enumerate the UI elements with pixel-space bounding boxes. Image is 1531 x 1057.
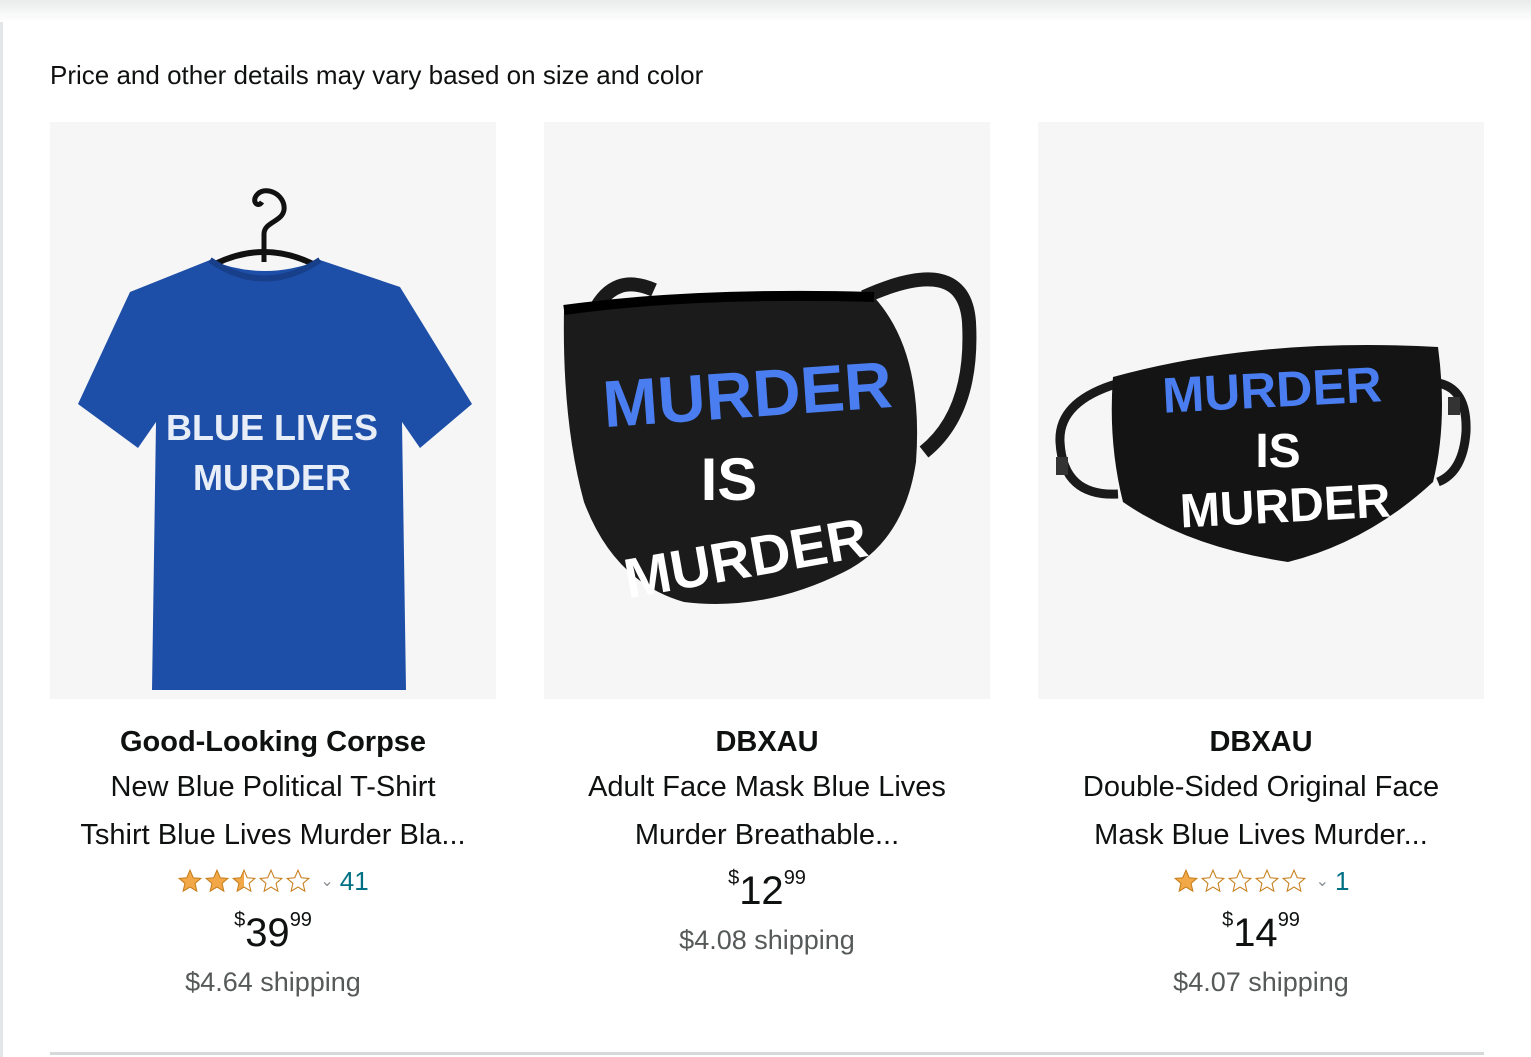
star-empty-icon [1254,868,1279,893]
product-card-2[interactable]: MURDER IS MURDER DBXAU Adult Face Mask B… [544,122,990,956]
product-price: $1299 [544,867,990,919]
mask-print-line-2: IS [701,446,758,513]
product-card-3[interactable]: MURDER IS MURDER DBXAU Double-Sided Orig… [1038,122,1484,998]
mask-print-line-3: MURDER [1179,475,1392,539]
product-image[interactable]: BLUE LIVES MURDER [50,122,496,699]
shirt-print-line-1: BLUE LIVES [166,407,378,448]
star-full-icon [178,868,203,893]
shipping-cost: $4.07 shipping [1173,967,1349,997]
product-card-1[interactable]: BLUE LIVES MURDER Good-Looking Corpse Ne… [50,122,496,998]
star-empty-icon [286,868,311,893]
rating-count[interactable]: 41 [340,866,369,897]
product-rating[interactable]: ⌄ 41 [50,859,496,903]
chevron-down-icon[interactable]: ⌄ [320,871,333,891]
price-fraction: 99 [1277,909,1300,931]
rating-count[interactable]: 1 [1335,866,1349,897]
star-empty-icon [1200,868,1225,893]
product-title-line-1[interactable]: New Blue Political T-Shirt [50,763,496,811]
shipping-cost: $4.08 shipping [679,925,855,955]
product-title-line-1[interactable]: Adult Face Mask Blue Lives [544,763,990,811]
product-title-line-2[interactable]: Murder Breathable... [544,811,990,859]
product-title-line-1[interactable]: Double-Sided Original Face [1038,763,1484,811]
product-title-line-2[interactable]: Mask Blue Lives Murder... [1038,811,1484,859]
product-rating[interactable]: ⌄ 1 [1038,859,1484,903]
product-image[interactable]: MURDER IS MURDER [1038,122,1484,699]
product-price: $3999 [50,909,496,961]
chevron-down-icon[interactable]: ⌄ [1316,871,1329,891]
price-fraction: 99 [783,867,806,889]
price-fraction: 99 [289,909,312,931]
tshirt-image: BLUE LIVES MURDER [78,188,472,690]
price-symbol: $ [234,909,246,931]
star-half-icon [232,868,257,893]
star-empty-icon [1227,868,1252,893]
price-symbol: $ [728,867,740,889]
top-shadow [0,0,1531,22]
product-title[interactable]: New Blue Political T-Shirt Tshirt Blue L… [50,763,496,859]
product-title[interactable]: Double-Sided Original Face Mask Blue Liv… [1038,763,1484,859]
product-image[interactable]: MURDER IS MURDER [544,122,990,699]
price-whole: 14 [1233,911,1278,955]
price-whole: 39 [245,911,290,955]
star-empty-icon [259,868,284,893]
left-border [0,22,3,1057]
star-rating [177,868,312,894]
star-empty-icon [1281,868,1306,893]
product-brand: DBXAU [715,726,819,758]
price-symbol: $ [1222,909,1234,931]
mask-print-line-1: MURDER [1161,356,1383,423]
shipping-cost: $4.64 shipping [185,967,361,997]
face-mask-image: MURDER IS MURDER [563,272,977,610]
star-full-icon [205,868,230,893]
product-title-line-2[interactable]: Tshirt Blue Lives Murder Bla... [50,811,496,859]
price-disclaimer: Price and other details may vary based o… [50,60,704,90]
star-full-icon [1173,868,1198,893]
mask-print-line-2: IS [1255,425,1300,478]
product-title[interactable]: Adult Face Mask Blue Lives Murder Breath… [544,763,990,859]
divider [50,1052,1484,1055]
face-mask-image: MURDER IS MURDER [1055,345,1471,562]
star-rating [1173,868,1308,894]
product-brand: DBXAU [1209,726,1313,758]
product-brand: Good-Looking Corpse [119,726,427,758]
price-whole: 12 [739,869,784,913]
shirt-print-line-2: MURDER [193,457,351,498]
product-price: $1499 [1038,909,1484,961]
